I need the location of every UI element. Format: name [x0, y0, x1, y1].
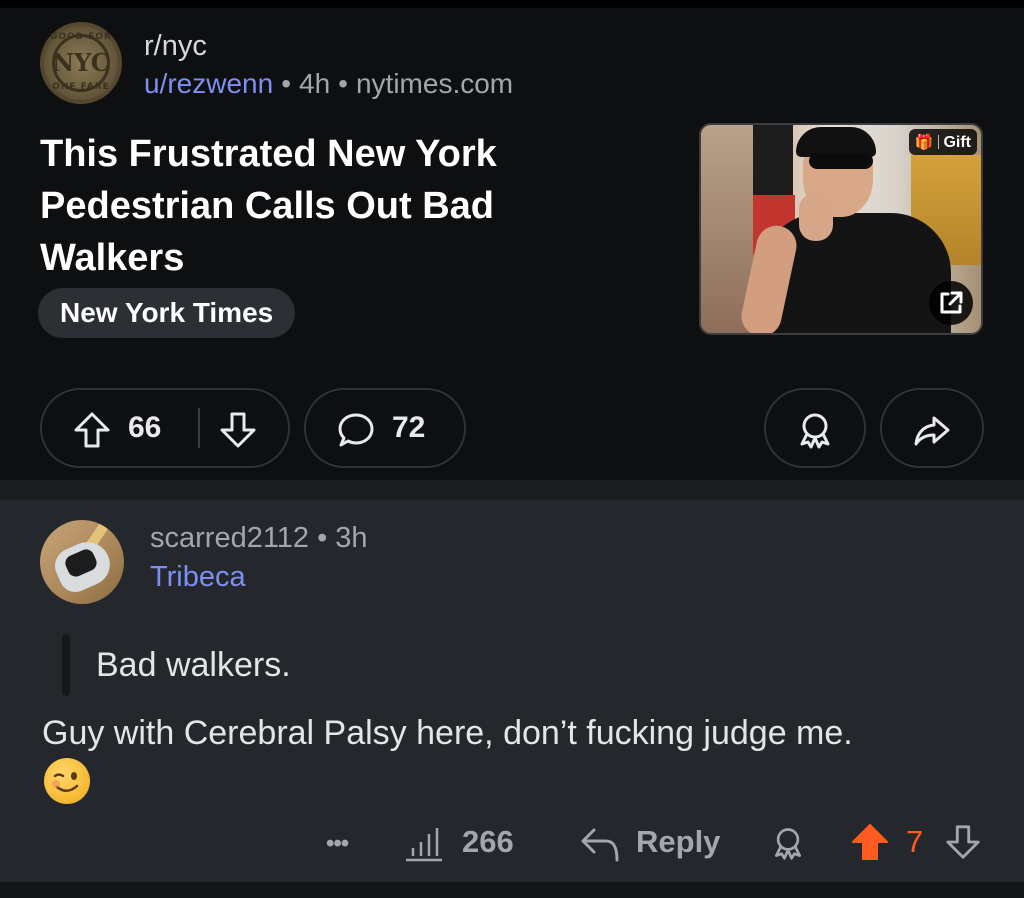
meta-separator: •: [317, 522, 328, 554]
post-flair[interactable]: New York Times: [38, 288, 296, 338]
commenter-flair: Tribeca: [150, 561, 246, 593]
thumbnail-sign: [753, 125, 793, 205]
comment-age: 3h: [335, 522, 368, 554]
thumbnail-person-sunglasses: [809, 153, 873, 169]
token-ring-bottom-text: ONE FARE: [52, 82, 110, 92]
speech-bubble-icon: [338, 413, 374, 447]
post-title[interactable]: This Frustrated New York Pedestrian Call…: [40, 128, 600, 284]
post-score: 66: [128, 411, 162, 444]
upvote-arrow-icon[interactable]: [72, 410, 112, 450]
post-age: 4h: [299, 68, 331, 99]
vote-divider: [198, 408, 200, 448]
more-options-button[interactable]: •••: [326, 824, 349, 864]
status-strip: [0, 0, 1024, 8]
bottom-divider: [0, 882, 1024, 898]
meta-separator: •: [281, 68, 291, 99]
commenter-username[interactable]: scarred2112: [150, 522, 309, 554]
quoted-text: Bad walkers.: [96, 646, 291, 684]
award-button[interactable]: [764, 388, 866, 468]
external-link-button[interactable]: [929, 281, 973, 325]
winking-face-emoji: [44, 758, 90, 804]
subreddit-avatar[interactable]: GOOD FOR NYC ONE FARE: [40, 22, 122, 104]
post-domain[interactable]: nytimes.com: [356, 68, 513, 99]
token-monogram: NYC: [52, 48, 110, 77]
section-divider: [0, 480, 1024, 500]
comment-count: 72: [392, 411, 426, 444]
view-count: 266: [462, 824, 514, 859]
gift-badge-divider: [938, 135, 940, 149]
comment-score: 7: [906, 824, 924, 859]
quote-bar: [62, 634, 70, 696]
downvote-arrow-icon[interactable]: [944, 822, 982, 862]
share-button[interactable]: [880, 388, 984, 468]
comments-button[interactable]: 72: [304, 388, 466, 468]
post-meta: u/rezwenn • 4h • nytimes.com: [144, 68, 513, 100]
token-ring-top-text: GOOD FOR: [49, 32, 113, 42]
post-thumbnail[interactable]: 🎁 Gift: [699, 123, 983, 335]
subreddit-name[interactable]: r/nyc: [144, 30, 207, 63]
meta-separator: •: [338, 68, 348, 99]
share-arrow-icon: [914, 416, 950, 446]
bar-chart-icon[interactable]: [404, 826, 444, 862]
commenter-avatar[interactable]: [40, 520, 124, 604]
post-author[interactable]: u/rezwenn: [144, 68, 273, 99]
comment-body: Guy with Cerebral Palsy here, don’t fuck…: [42, 714, 853, 752]
upvote-arrow-filled-icon[interactable]: [850, 822, 890, 862]
vote-pill: 66: [40, 388, 290, 468]
comment-meta: scarred2112 • 3h: [150, 522, 367, 555]
award-icon: [800, 413, 830, 449]
external-link-icon: [940, 291, 963, 314]
reply-arrow-icon[interactable]: [580, 826, 620, 862]
award-icon[interactable]: [770, 824, 806, 862]
reply-button[interactable]: Reply: [636, 822, 720, 862]
gift-badge[interactable]: 🎁 Gift: [908, 129, 977, 155]
thumbnail-person-hand: [799, 193, 833, 241]
gift-icon: 🎁: [914, 133, 934, 151]
downvote-arrow-icon[interactable]: [218, 410, 258, 450]
gift-label: Gift: [943, 134, 971, 151]
